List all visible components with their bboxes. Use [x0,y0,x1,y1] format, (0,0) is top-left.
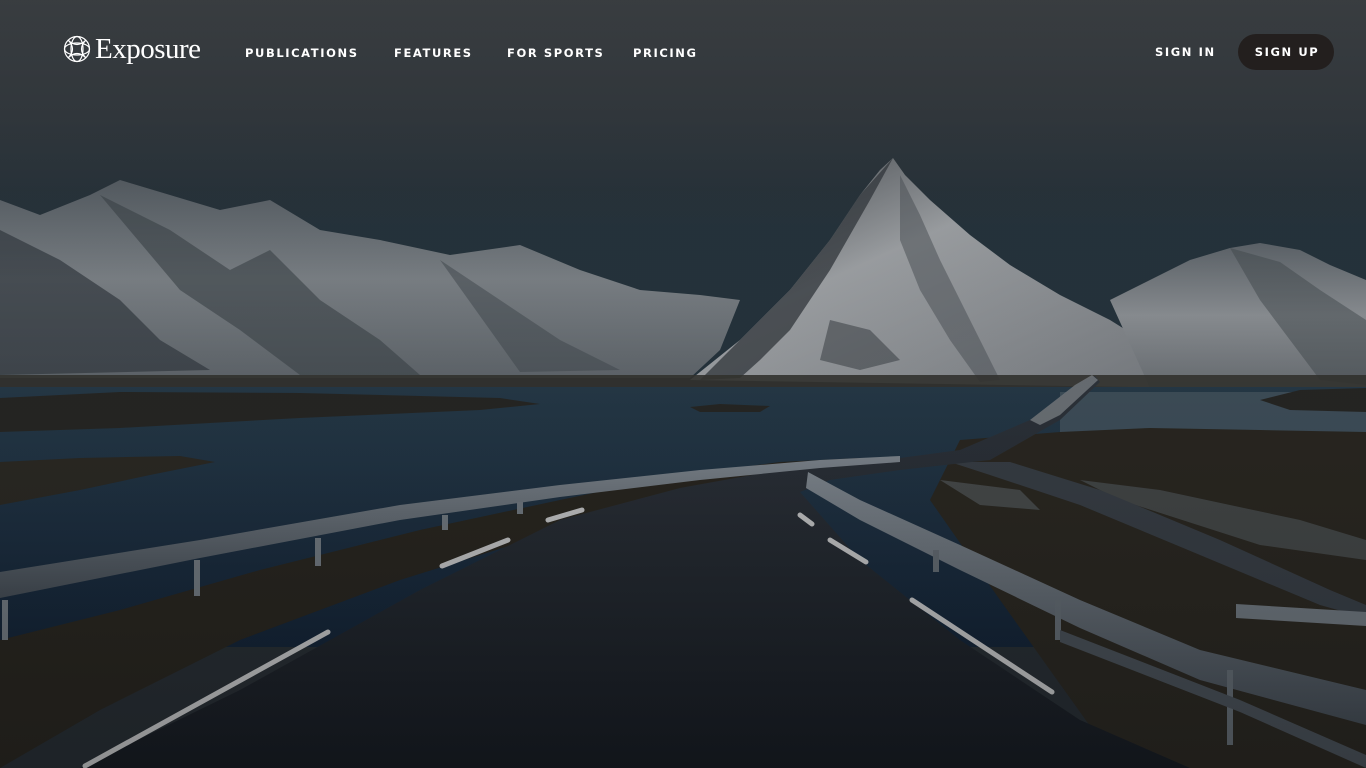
sign-up-button[interactable]: SIGN UP [1238,34,1334,70]
landscape-illustration [0,0,1366,768]
hero-background-image [0,0,1366,768]
nav-item-for-sports[interactable]: FOR SPORTS [507,44,604,62]
brand-logo-link[interactable]: Exposure [63,33,201,65]
brand-name: Exposure [95,33,201,65]
nav-item-pricing[interactable]: PRICING [633,44,698,62]
sign-in-link[interactable]: SIGN IN [1155,43,1216,61]
nav-item-features[interactable]: FEATURES [394,44,473,62]
nav-item-publications[interactable]: PUBLICATIONS [245,44,359,62]
globe-lattice-icon [63,35,91,63]
site-header: Exposure PUBLICATIONS FEATURES FOR SPORT… [0,0,1366,104]
